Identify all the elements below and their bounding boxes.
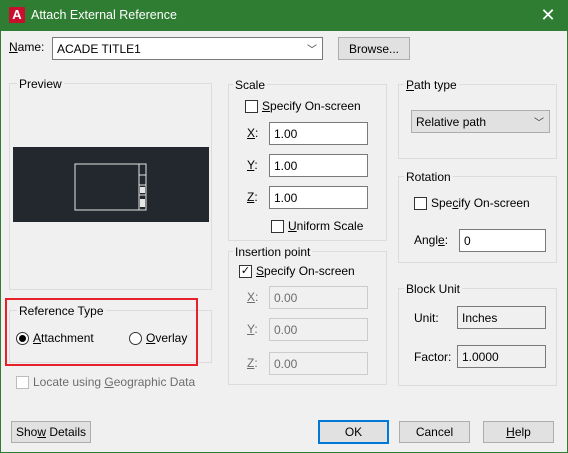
scale-x-label: X: <box>247 126 259 140</box>
rotation-specify-label: Specify On-screen <box>431 196 530 210</box>
uniform-scale-label: Uniform Scale <box>288 219 364 233</box>
scale-y-input[interactable]: 1.00 <box>269 154 368 177</box>
show-details-button[interactable]: Show Details <box>11 421 91 443</box>
title-bar[interactable]: A Attach External Reference ✕ <box>0 0 568 31</box>
angle-input[interactable]: 0 <box>459 229 546 252</box>
path-type-dropdown[interactable]: Relative path ﹀ <box>411 110 550 133</box>
cancel-button-label: Cancel <box>415 425 454 439</box>
factor-label: Factor: <box>414 350 452 364</box>
preview-image <box>13 147 209 222</box>
unit-label: Unit: <box>414 311 439 325</box>
help-button-label: Help <box>506 425 531 439</box>
insertion-x-label: X: <box>247 290 259 304</box>
insertion-y-value: 0.00 <box>274 322 298 337</box>
rotation-title: Rotation <box>404 170 453 184</box>
ok-button-label: OK <box>344 425 363 439</box>
scale-specify-check-box[interactable] <box>245 99 258 113</box>
scale-title: Scale <box>233 78 268 92</box>
insertion-specify-onscreen[interactable]: ✓ Specify On-screen <box>239 264 355 278</box>
preview-title: Preview <box>17 77 64 91</box>
scale-specify-onscreen[interactable]: Specify On-screen <box>245 99 361 113</box>
help-button[interactable]: Help <box>483 421 554 443</box>
path-type-value: Relative path <box>416 114 487 129</box>
angle-value: 0 <box>464 233 471 248</box>
unit-value: Inches <box>462 310 498 325</box>
attachment-radio[interactable]: Attachment <box>16 331 94 345</box>
scale-z-value: 1.00 <box>274 190 298 205</box>
insertion-y-input[interactable]: 0.00 <box>269 318 368 341</box>
scale-z-label: Z: <box>247 190 258 204</box>
insertion-x-value: 0.00 <box>274 290 298 305</box>
scale-x-value: 1.00 <box>274 126 298 141</box>
scale-x-input[interactable]: 1.00 <box>269 122 368 145</box>
uniform-scale-check-box[interactable] <box>271 219 284 233</box>
attachment-radio-button[interactable] <box>16 331 29 345</box>
insertion-z-input[interactable]: 0.00 <box>269 352 368 375</box>
block-unit-group <box>398 288 557 386</box>
scale-z-input[interactable]: 1.00 <box>269 186 368 209</box>
browse-button-label: Browse... <box>348 41 399 56</box>
rotation-specify-check-box[interactable] <box>414 196 427 210</box>
geographic-data-label: Locate using Geographic Data <box>33 375 196 389</box>
show-details-label: Show Details <box>15 425 87 439</box>
reference-type-title: Reference Type <box>17 304 106 318</box>
cancel-button[interactable]: Cancel <box>399 421 470 443</box>
overlay-label: Overlay <box>146 331 188 345</box>
window-title: Attach External Reference <box>31 8 177 22</box>
block-unit-title: Block Unit <box>404 282 463 296</box>
unit-value-box: Inches <box>457 306 546 329</box>
geographic-data-check-box[interactable] <box>16 375 29 389</box>
browse-button[interactable]: Browse... <box>338 37 410 60</box>
geographic-data-checkbox[interactable]: Locate using Geographic Data <box>16 375 195 389</box>
insertion-z-value: 0.00 <box>274 356 298 371</box>
attachment-label: Attachment <box>33 331 94 345</box>
autocad-logo-icon: A <box>9 7 25 23</box>
overlay-radio-button[interactable] <box>129 331 142 345</box>
rotation-specify-onscreen[interactable]: Specify On-screen <box>414 196 530 210</box>
name-dropdown-value: ACADE TITLE1 <box>57 41 141 56</box>
chevron-down-icon: ﹀ <box>534 118 544 129</box>
scale-specify-label: Specify On-screen <box>262 99 361 113</box>
uniform-scale-checkbox[interactable]: Uniform Scale <box>271 219 363 233</box>
name-dropdown[interactable]: ACADE TITLE1 ﹀ <box>52 37 323 60</box>
insertion-specify-check-box[interactable]: ✓ <box>239 264 252 278</box>
angle-label: Angle: <box>414 233 449 247</box>
insertion-x-input[interactable]: 0.00 <box>269 286 368 309</box>
path-type-title: Path type <box>404 78 459 92</box>
insertion-y-label: Y: <box>247 322 258 336</box>
insertion-z-label: Z: <box>247 356 258 370</box>
title-block-preview-icon <box>74 163 147 211</box>
name-label: Name: <box>9 40 45 54</box>
checkmark-icon: ✓ <box>240 264 251 277</box>
insertion-point-title: Insertion point <box>233 245 313 259</box>
ok-button[interactable]: OK <box>318 420 389 444</box>
insertion-specify-label: Specify On-screen <box>256 264 355 278</box>
chevron-down-icon: ﹀ <box>307 45 317 56</box>
overlay-radio[interactable]: Overlay <box>129 331 187 345</box>
scale-y-label: Y: <box>247 158 258 172</box>
factor-value-box: 1.0000 <box>457 345 546 368</box>
close-icon[interactable]: ✕ <box>538 5 558 25</box>
scale-y-value: 1.00 <box>274 158 298 173</box>
factor-value: 1.0000 <box>462 349 499 364</box>
